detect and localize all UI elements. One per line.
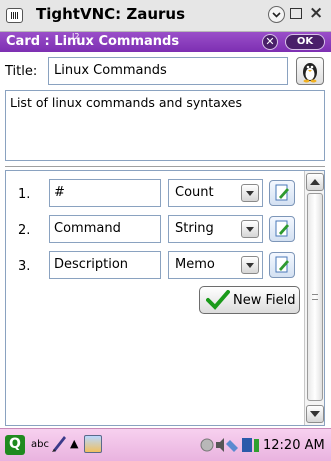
new-field-button[interactable]: New Field [199, 286, 300, 314]
chevron-down-icon [272, 12, 281, 18]
edit-field-button[interactable] [269, 252, 295, 278]
field-name-input[interactable]: Command [49, 215, 161, 243]
vnc-close-button[interactable]: × [309, 3, 323, 23]
field-number: 3. [18, 259, 31, 274]
pen-icon[interactable] [50, 433, 68, 453]
title-input[interactable]: Linux Commands [48, 57, 288, 85]
field-name-input[interactable]: # [49, 179, 161, 207]
chevron-down-icon[interactable] [241, 256, 259, 274]
edit-icon [275, 220, 289, 237]
chevron-down-icon[interactable] [241, 220, 259, 238]
scroll-up-button[interactable] [306, 173, 324, 191]
vnc-window-title: TightVNC: Zaurus [36, 5, 186, 23]
vnc-maximize-button[interactable] [290, 8, 302, 19]
grip-icon [312, 294, 318, 300]
edit-icon [275, 184, 289, 201]
description-textarea[interactable]: List of linux commands and syntaxes [5, 90, 325, 161]
checkmark-icon [206, 290, 230, 310]
new-field-label: New Field [233, 293, 296, 308]
edit-icon [275, 256, 289, 273]
divider [5, 166, 325, 168]
field-name-input[interactable]: Description [49, 251, 161, 279]
field-list: 1. # Count 2. Command String 3. Descript… [5, 170, 325, 426]
vnc-minimize-button[interactable] [268, 6, 285, 23]
field-number: 2. [18, 223, 31, 238]
edit-field-button[interactable] [269, 216, 295, 242]
scroll-down-button[interactable] [306, 405, 324, 423]
vnc-menu-icon[interactable] [6, 8, 23, 23]
field-type-select[interactable]: Count [168, 179, 263, 207]
field-type-value: Memo [175, 257, 215, 272]
vnc-title-bar: TightVNC: Zaurus × [0, 0, 331, 32]
text-cursor-indicator: I2 [72, 32, 80, 41]
chevron-down-icon[interactable] [241, 184, 259, 202]
input-method-label[interactable]: abc [31, 439, 49, 450]
field-type-select[interactable]: String [168, 215, 263, 243]
field-type-select[interactable]: Memo [168, 251, 263, 279]
field-type-value: String [175, 221, 214, 236]
running-app-icon[interactable] [84, 435, 102, 453]
clock: 12:20 AM [263, 438, 325, 453]
start-menu-button[interactable]: Q [5, 435, 25, 455]
field-number: 1. [18, 187, 31, 202]
ok-button[interactable]: OK [285, 34, 325, 50]
arrow-up-icon[interactable]: ▲ [70, 437, 78, 450]
penguin-icon [303, 63, 317, 83]
window-title: Card : Linux Commands [6, 34, 180, 49]
scrollbar-thumb[interactable] [307, 193, 323, 401]
window-header: Card : Linux Commands I2 ✕ OK [0, 32, 331, 52]
edit-field-button[interactable] [269, 180, 295, 206]
taskbar: Q abc ▲ 12:20 AM [0, 428, 331, 461]
field-type-value: Count [175, 185, 214, 200]
window-close-button[interactable]: ✕ [262, 34, 278, 50]
vertical-scrollbar[interactable] [304, 171, 324, 425]
title-label: Title: [5, 64, 38, 79]
system-tray-icons [200, 438, 259, 452]
icon-picker-button[interactable] [296, 57, 324, 85]
